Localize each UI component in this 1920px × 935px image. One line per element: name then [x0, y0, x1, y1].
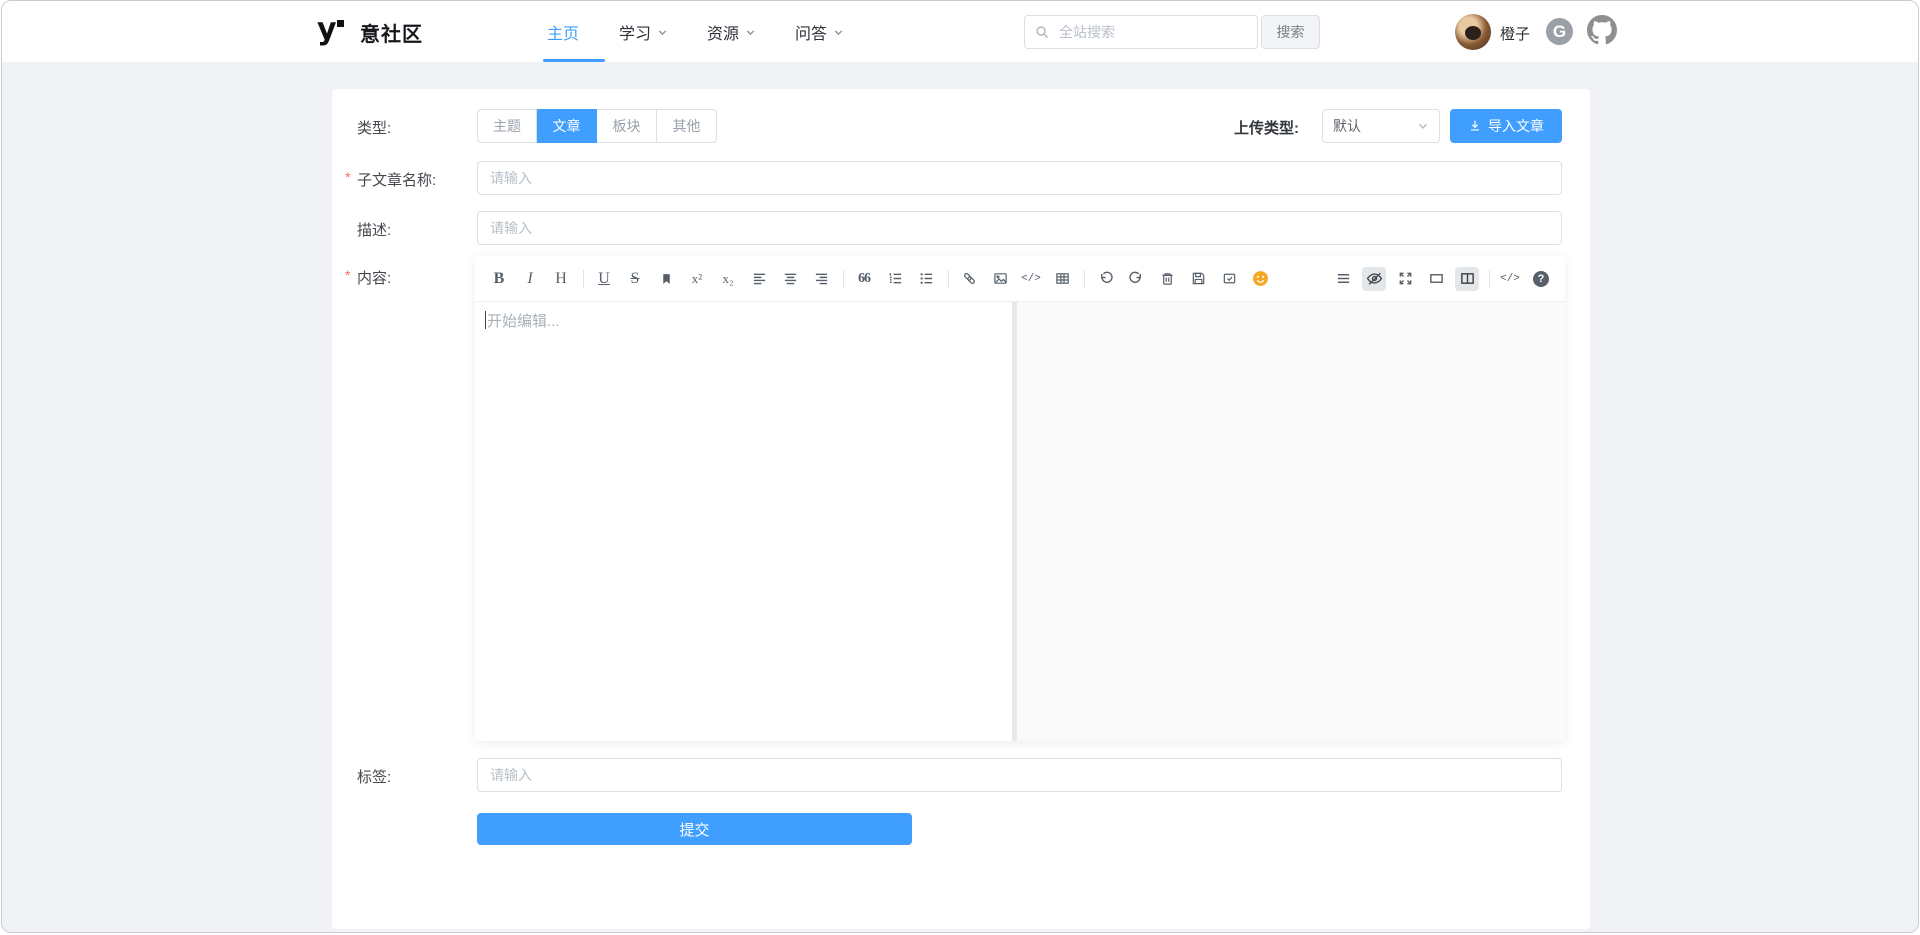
fullscreen-icon[interactable]	[1393, 267, 1417, 291]
toolbar-separator	[583, 270, 584, 288]
site-logo-icon[interactable]: y	[315, 14, 351, 50]
split-view-icon[interactable]	[1455, 267, 1479, 291]
preview-window-icon[interactable]	[1424, 267, 1448, 291]
image-icon[interactable]	[988, 267, 1012, 291]
text-caret	[485, 311, 486, 329]
user-avatar[interactable]	[1455, 14, 1491, 50]
type-segmented-control: 主题 文章 板块 其他	[477, 109, 717, 143]
description-label: 描述:	[357, 219, 391, 240]
preview-toggle-icon[interactable]	[1362, 267, 1386, 291]
emoji-icon[interactable]	[1248, 267, 1272, 291]
blockquote-icon[interactable]: 66	[852, 267, 876, 291]
editor-input-pane[interactable]: 开始编辑...	[475, 302, 1012, 741]
upload-type-value: 默认	[1333, 116, 1361, 136]
type-option-board[interactable]: 板块	[597, 109, 657, 143]
task-check-icon[interactable]	[1217, 267, 1241, 291]
toolbar-separator	[843, 270, 844, 288]
bookmark-icon[interactable]	[654, 267, 678, 291]
header: y 意社区 主页 学习 资源 问答 搜索	[2, 1, 1918, 63]
toolbar-separator	[1489, 270, 1490, 288]
nav-resources[interactable]: 资源	[707, 1, 756, 63]
tags-input[interactable]	[477, 758, 1562, 792]
chevron-down-icon	[657, 27, 668, 38]
nav-home[interactable]: 主页	[547, 1, 579, 63]
align-left-icon[interactable]	[747, 267, 771, 291]
superscript-icon[interactable]: x²	[685, 267, 709, 291]
underline-icon[interactable]: U	[592, 267, 616, 291]
upload-type-label: 上传类型:	[1234, 117, 1299, 138]
toolbar-separator	[1084, 270, 1085, 288]
description-input[interactable]	[477, 211, 1562, 245]
chevron-down-icon	[833, 27, 844, 38]
tags-label: 标签:	[357, 766, 391, 787]
table-icon[interactable]	[1050, 267, 1074, 291]
type-label: 类型:	[357, 117, 391, 138]
editor-panes: 开始编辑...	[475, 302, 1565, 741]
bold-icon[interactable]: B	[487, 267, 511, 291]
align-center-icon[interactable]	[778, 267, 802, 291]
strikethrough-icon[interactable]: S	[623, 267, 647, 291]
gitee-icon[interactable]: G	[1546, 18, 1573, 45]
site-search: 搜索	[1024, 15, 1320, 49]
redo-icon[interactable]	[1124, 267, 1148, 291]
italic-icon[interactable]: I	[518, 267, 542, 291]
nav-qa-label: 问答	[795, 20, 827, 44]
name-label: 子文章名称:	[357, 169, 436, 190]
search-icon	[1035, 25, 1049, 39]
type-option-other[interactable]: 其他	[657, 109, 717, 143]
type-option-topic[interactable]: 主题	[477, 109, 537, 143]
import-article-button[interactable]: 导入文章	[1450, 109, 1562, 143]
nav-qa[interactable]: 问答	[795, 1, 844, 63]
markdown-editor: B I H U S x² x₂	[475, 256, 1565, 741]
download-icon	[1468, 119, 1482, 133]
editor-placeholder: 开始编辑...	[485, 310, 1002, 331]
submit-button[interactable]: 提交	[477, 813, 912, 845]
type-option-article[interactable]: 文章	[537, 109, 597, 143]
content-label: 内容:	[357, 267, 391, 288]
toolbar-separator	[948, 270, 949, 288]
required-mark: *	[345, 267, 350, 283]
required-mark: *	[345, 169, 350, 185]
search-button[interactable]: 搜索	[1261, 15, 1320, 49]
align-right-icon[interactable]	[809, 267, 833, 291]
editor-toolbar: B I H U S x² x₂	[475, 256, 1565, 302]
active-tab-indicator	[543, 59, 605, 62]
editor-preview-pane	[1017, 302, 1565, 741]
code-icon[interactable]: </>	[1019, 267, 1043, 291]
heading-icon[interactable]: H	[549, 267, 573, 291]
ordered-list-icon[interactable]	[883, 267, 907, 291]
app-window: y 意社区 主页 学习 资源 问答 搜索	[1, 0, 1919, 933]
trash-icon[interactable]	[1155, 267, 1179, 291]
save-icon[interactable]	[1186, 267, 1210, 291]
nav-resources-label: 资源	[707, 20, 739, 44]
submission-form-card: 类型: 主题 文章 板块 其他 上传类型: 默认 导入文章 * 子文章名称: 描…	[332, 89, 1590, 929]
upload-type-select[interactable]: 默认	[1322, 109, 1440, 143]
site-title[interactable]: 意社区	[360, 18, 423, 47]
undo-icon[interactable]	[1093, 267, 1117, 291]
subscript-icon[interactable]: x₂	[716, 267, 740, 291]
github-icon[interactable]	[1587, 15, 1617, 45]
name-input[interactable]	[477, 161, 1562, 195]
outline-icon[interactable]	[1331, 267, 1355, 291]
help-icon[interactable]: ?	[1529, 267, 1553, 291]
search-box[interactable]	[1024, 15, 1258, 49]
html-code-icon[interactable]: </>	[1498, 267, 1522, 291]
chevron-down-icon	[1417, 120, 1429, 132]
import-article-label: 导入文章	[1488, 116, 1544, 136]
search-input[interactable]	[1057, 23, 1247, 41]
nav-learn-label: 学习	[619, 20, 651, 44]
user-name[interactable]: 橙子	[1500, 23, 1530, 44]
unordered-list-icon[interactable]	[914, 267, 938, 291]
nav-home-label: 主页	[547, 20, 579, 44]
nav-learn[interactable]: 学习	[619, 1, 668, 63]
editor-toolbar-right: </> ?	[1331, 267, 1553, 291]
chevron-down-icon	[745, 27, 756, 38]
link-icon[interactable]	[957, 267, 981, 291]
